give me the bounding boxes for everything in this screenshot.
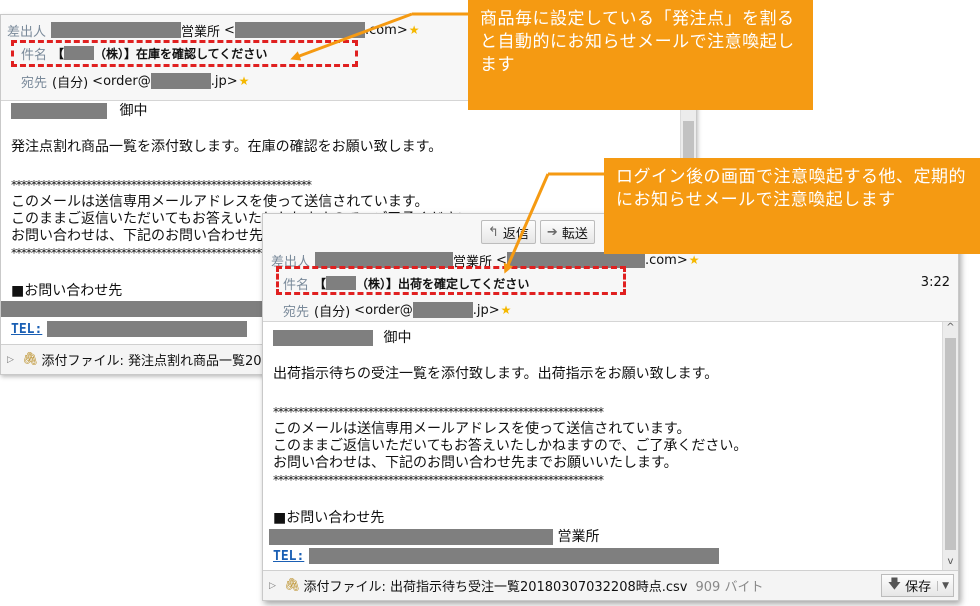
subject-text: （株）】在庫を確認してください [94,46,268,61]
expand-triangle-icon[interactable]: ▷ [269,581,276,591]
to-row: 宛先 (自分) <order@ .jp> ★ [283,301,512,320]
recipient-line: 御中 [273,330,411,347]
subject-row: 件名 【 （株）】出荷を確定してください [283,274,530,293]
scroll-thumb[interactable] [945,338,956,550]
to-address-suffix[interactable]: .jp> [211,74,238,89]
contact-header: ■お問い合わせ先 [273,510,385,526]
callout-login-notice: ログイン後の画面で注意喚起する他、定期的にお知らせメールで注意喚起します [604,158,980,254]
to-address-suffix[interactable]: .jp> [473,303,500,318]
body-main-line: 出荷指示待ちの受注一覧を添付致します。出荷指示をお願い致します。 [273,366,719,382]
contact-office-row [1,301,271,318]
scroll-down-icon[interactable]: v [943,556,958,570]
to-row: 宛先 (自分) <order@ .jp> ★ [21,72,250,91]
redacted-domain [150,73,211,89]
notice-line-1: このメールは送信専用メールアドレスを使って送信されています。 [11,194,429,210]
forward-button[interactable]: ➔ 転送 [539,220,595,244]
separator-stars: ****************************************… [273,473,604,487]
attachment-bar: ▷ 🖇 添付ファイル: 出荷指示待ち受注一覧20180307032208時点.c… [263,570,958,600]
to-label: 宛先 [283,304,310,320]
forward-arrow-icon: ➔ [546,224,558,240]
separator-stars: ****************************************… [273,405,604,419]
tel-row: TEL: [273,548,719,565]
notice-line-2: このままご返信いただいてもお答えいたしかねますので、ご了承ください。 [273,438,748,454]
contact-header: ■お問い合わせ先 [11,283,123,299]
download-arrow-icon: 🡇 [887,576,902,592]
tel-row: TEL: [11,321,247,338]
subject-row: 件名 【 （株）】在庫を確認してください [21,44,268,63]
callout-reorder-point: 商品毎に設定している「発注点」を割ると自動的にお知らせメールで注意喚起します [468,0,813,110]
tel-link[interactable]: TEL: [11,322,42,337]
redacted-sender [315,252,454,268]
scroll-up-icon[interactable]: ^ [943,322,958,336]
to-address-prefix[interactable]: <order@ [354,303,413,318]
received-time: 3:22 [920,275,950,290]
subject-text: （株）】出荷を確定してください [356,276,530,291]
scrollbar[interactable]: ^ v [942,322,958,570]
forward-label: 転送 [561,226,588,242]
subject-label: 件名 [21,47,48,63]
email-toolbar: ↰ 返信 ➔ 転送 [481,220,595,244]
from-open: < [224,22,235,38]
redacted-office [269,529,553,545]
redacted-domain [412,302,473,318]
star-icon[interactable]: ★ [239,74,250,88]
from-label: 差出人 [7,24,47,40]
redacted-company [64,46,95,60]
from-domain[interactable]: .com> [645,253,688,268]
reply-arrow-icon: ↰ [488,224,499,240]
redacted-sender [51,22,182,38]
star-icon[interactable]: ★ [501,303,512,317]
attachment-name[interactable]: 添付ファイル: 発注点割れ商品一覧2018 [41,350,278,369]
expand-triangle-icon[interactable]: ▷ [7,355,14,365]
contact-office-row: 営業所 [269,529,599,546]
redacted-tel [308,548,719,564]
recipient-suffix: 御中 [119,103,148,119]
save-button[interactable]: 🡇 保存 ▼ [880,574,954,597]
redacted-company [326,276,357,290]
from-label: 差出人 [271,254,311,270]
subject-label: 件名 [283,277,310,293]
subject-open: 【 [52,46,65,61]
save-label: 保存 [905,580,932,595]
chevron-down-icon[interactable]: ▼ [937,580,949,591]
notice-line-1: このメールは送信専用メールアドレスを使って送信されています。 [273,421,691,437]
to-address-prefix[interactable]: <order@ [92,74,151,89]
to-self: (自分) [314,304,351,320]
tel-link[interactable]: TEL: [273,549,304,564]
recipient-suffix: 御中 [383,330,412,346]
notice-line-3: お問い合わせは、下記のお問い合わせ先までお願いいたします。 [273,455,678,471]
attachment-size: 909 バイト [695,580,764,595]
reply-button[interactable]: ↰ 返信 [481,220,536,244]
from-open: < [496,252,507,268]
redacted-office [1,301,271,317]
email-window-front: ↰ 返信 ➔ 転送 差出人 営業所 < .com> ★ 件名 【 （株）】出荷を… [262,213,959,601]
star-icon[interactable]: ★ [409,23,420,37]
redacted-email [506,252,645,268]
redacted-recipient [11,103,107,119]
reply-label: 返信 [502,226,529,242]
to-label: 宛先 [21,75,48,91]
paperclip-icon: 🖇 [283,578,301,593]
from-office: 営業所 [181,24,221,40]
paperclip-icon: 🖇 [21,352,39,367]
body-main-line: 発注点割れ商品一覧を添付致します。在庫の確認をお願い致します。 [11,139,443,155]
redacted-email [234,22,365,38]
star-icon[interactable]: ★ [689,253,700,267]
subject-open: 【 [314,276,327,291]
redacted-recipient [273,330,373,346]
from-office: 営業所 [453,254,493,270]
recipient-line: 御中 [11,103,147,120]
from-domain[interactable]: .com> [365,23,408,38]
attachment-name[interactable]: 添付ファイル: 出荷指示待ち受注一覧20180307032208時点.csv [303,576,687,595]
separator-stars: ****************************************… [11,178,312,192]
contact-office: 営業所 [557,529,600,545]
to-self: (自分) [52,75,89,91]
from-row: 差出人 営業所 < .com> ★ [7,21,420,40]
redacted-tel [46,321,247,337]
